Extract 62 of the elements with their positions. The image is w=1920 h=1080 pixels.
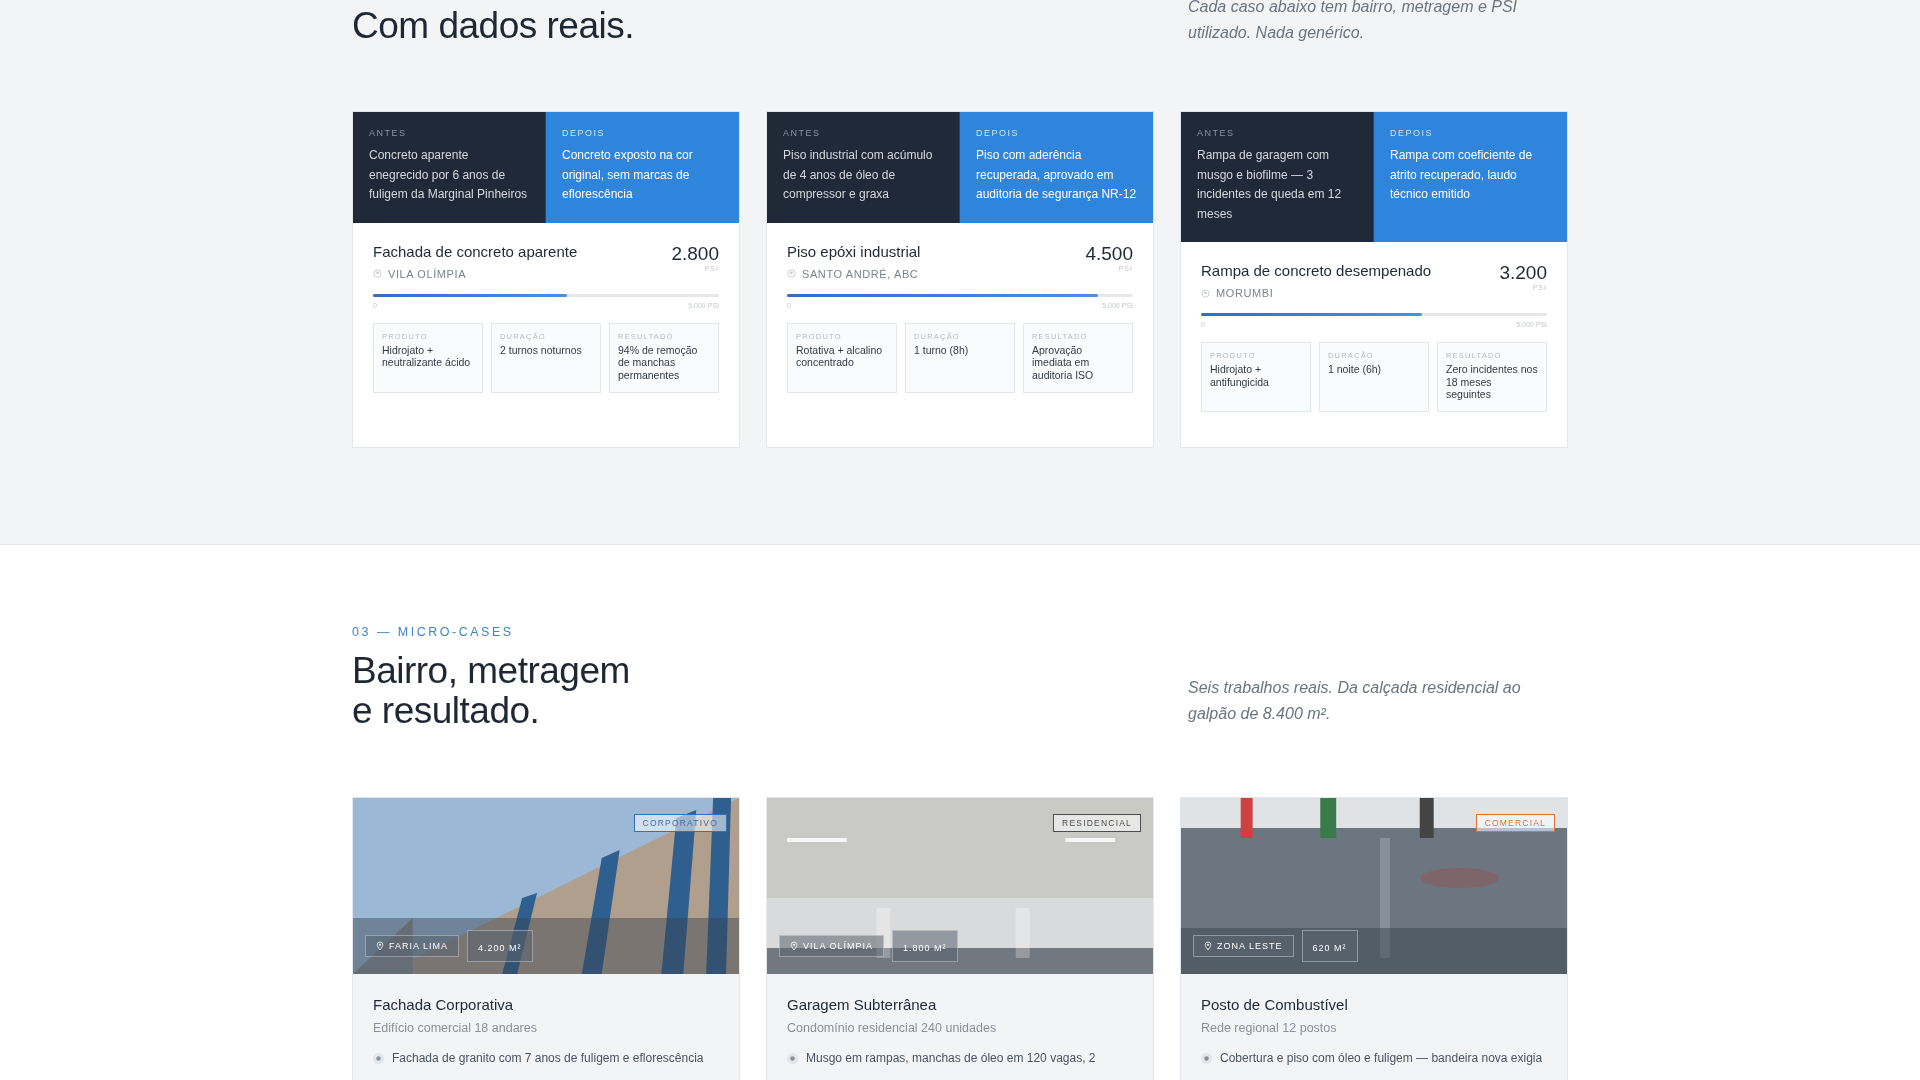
bullet-text: Fachada de granito com 7 anos de fuligem e eflorescência: [392, 1051, 704, 1065]
category-tag: CORPORATIVO: [633, 814, 727, 832]
bullet-icon: [373, 1052, 384, 1064]
after-text: Rampa com coeficiente de atrito recuperado, laudo técnico emitido: [1390, 147, 1534, 203]
location-chip: VILA OLÍMPIA: [779, 935, 885, 957]
case-title: Piso epóxi industrial: [787, 242, 921, 260]
psi-value: 3.200: [1499, 262, 1547, 284]
area-chip: 4.200 M²: [467, 930, 533, 962]
detail-value: Hidrojato + neutralizante ácido: [382, 343, 472, 369]
area-chip: 620 M²: [1301, 930, 1358, 962]
project-subtitle: Condomínio residencial 240 unidades: [787, 1021, 998, 1035]
case-title: Fachada de concreto aparente: [373, 242, 578, 260]
location-pin-icon: [790, 941, 798, 951]
section-eyebrow: 03 — MICRO-CASES: [352, 625, 515, 639]
location-text: VILA OLÍMPIA: [388, 267, 467, 280]
location-pin-icon: [787, 269, 796, 278]
bullet-icon: [1201, 1052, 1212, 1064]
bullet-text: Musgo em rampas, manchas de óleo em 120 vagas, 2: [806, 1051, 1096, 1065]
project-subtitle: Rede regional 12 postos: [1201, 1021, 1338, 1035]
detail-value: Hidrojato + antifungicida: [1210, 363, 1270, 388]
detail-value: 1 turno (8h): [914, 343, 970, 356]
after-label: DEPOIS: [562, 128, 606, 138]
detail-value: Rotativa + alcalino concentrado: [796, 343, 884, 369]
detail-value: 94% de remoção de manchas permanentes: [618, 343, 699, 381]
project-title: Fachada Corporativa: [373, 996, 515, 1013]
section-lead: Cada caso abaixo tem bairro, metragem e PSI utilizado. Nada genérico.: [1188, 0, 1519, 43]
category-tag: RESIDENCIAL: [1053, 814, 1141, 832]
project-title: Garagem Subterrânea: [787, 996, 938, 1013]
section-heading: Bairro, metragem e resultado.: [352, 651, 631, 731]
psi-value: 2.800: [671, 242, 719, 265]
detail-value: 2 turnos noturnos: [500, 343, 583, 356]
detail-value: Zero incidentes nos 18 meses seguintes: [1446, 363, 1538, 401]
location-text: SANTO ANDRÉ, ABC: [802, 267, 919, 280]
detail-value: 1 noite (6h): [1328, 363, 1383, 376]
location-pin-icon: [1201, 288, 1210, 298]
after-label: DEPOIS: [1390, 128, 1434, 138]
before-label: ANTES: [369, 128, 408, 138]
category-tag: COMERCIAL: [1475, 814, 1555, 832]
section-lead: Seis trabalhos reais. Da calçada residencial ao galpão de 8.400 m².: [1188, 678, 1522, 724]
location-chip: FARIA LIMA: [365, 935, 460, 957]
project-title: Posto de Combustível: [1201, 996, 1349, 1013]
before-label: ANTES: [783, 128, 822, 138]
before-text: Rampa de garagem com musgo e biofilme — 3 incidentes de queda em 12 meses: [1197, 147, 1343, 223]
project-subtitle: Edifício comercial 18 andares: [373, 1021, 538, 1035]
bullet-text: Cobertura e piso com óleo e fuligem — bandeira nova exigia: [1220, 1051, 1543, 1065]
after-text: Piso com aderência recuperada, aprovado em auditoria de segurança NR-12: [976, 147, 1138, 203]
before-label: ANTES: [1197, 128, 1236, 138]
detail-value: Aprovação imediata em auditoria ISO: [1032, 343, 1095, 381]
location-pin-icon: [1204, 941, 1212, 951]
location-pin-icon: [376, 941, 384, 951]
before-text: Piso industrial com acúmulo de 4 anos de óleo de compressor e graxa: [783, 147, 934, 203]
area-chip: 1.800 M²: [892, 930, 958, 962]
before-text: Concreto aparente enegrecido por 6 anos de fuligem da Marginal Pinheiros: [369, 147, 529, 203]
after-text: Concreto exposto na cor original, sem marcas de eflorescência: [562, 147, 694, 203]
bullet-icon: [787, 1052, 798, 1064]
section-heading: Com dados reais.: [352, 4, 634, 46]
psi-value: 4.500: [1085, 242, 1133, 265]
location-pin-icon: [373, 269, 382, 278]
location-text: MORUMBI: [1216, 287, 1274, 299]
after-label: DEPOIS: [976, 128, 1020, 138]
location-chip: ZONA LESTE: [1193, 935, 1294, 957]
case-title: Rampa de concreto desempenado: [1201, 262, 1432, 279]
